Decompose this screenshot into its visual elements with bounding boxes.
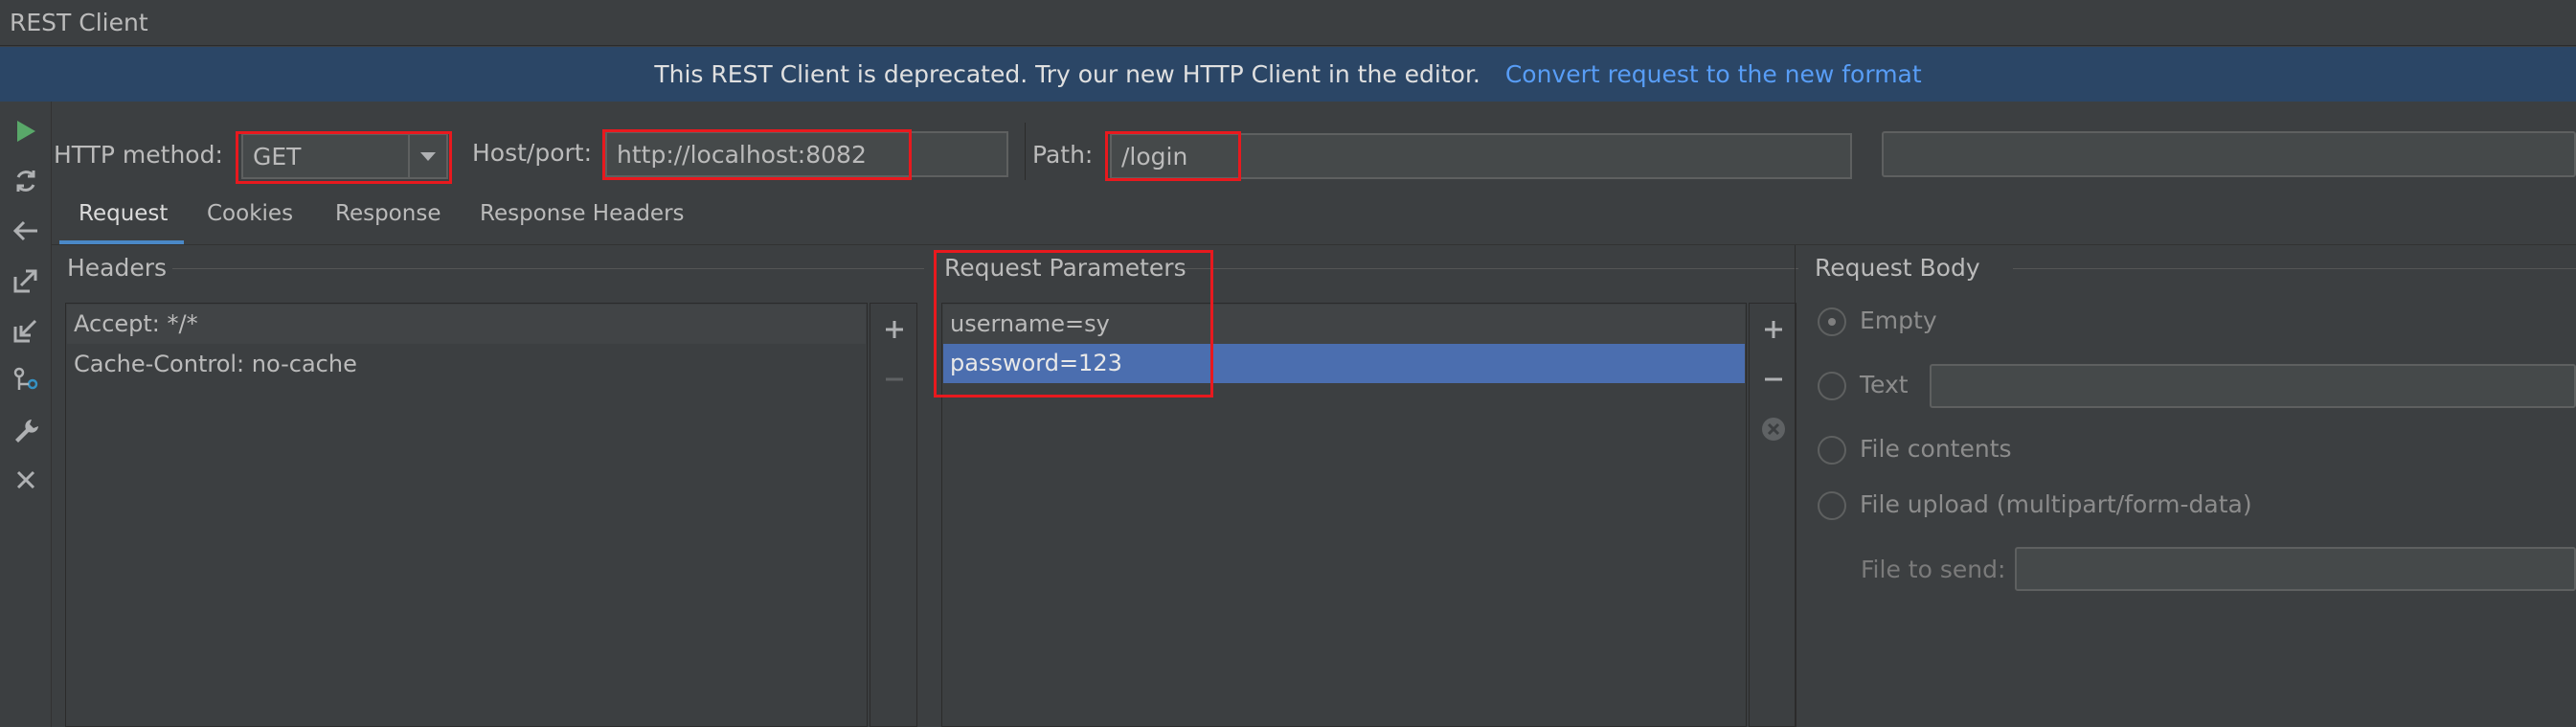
chevron-down-icon[interactable] xyxy=(408,135,446,177)
request-parameters-title: Request Parameters xyxy=(944,254,1186,282)
run-icon[interactable] xyxy=(10,115,42,148)
radio-file-upload[interactable] xyxy=(1818,491,1846,520)
request-body-title: Request Body xyxy=(1815,254,1980,282)
divider xyxy=(1795,245,1796,727)
wrench-icon[interactable] xyxy=(10,414,42,446)
headers-title: Headers xyxy=(67,254,168,282)
remove-parameter-button[interactable] xyxy=(1757,363,1790,396)
list-item[interactable]: Accept: */* xyxy=(67,305,866,344)
tabs-divider xyxy=(52,244,2576,245)
radio-empty-label: Empty xyxy=(1860,307,1937,334)
close-icon[interactable] xyxy=(10,464,42,496)
left-toolbar xyxy=(0,102,52,727)
tab-cookies[interactable]: Cookies xyxy=(207,201,293,226)
branch-icon[interactable] xyxy=(10,364,42,397)
params-actions xyxy=(1749,303,1796,727)
host-port-label: Host/port: xyxy=(472,139,593,167)
window-title: REST Client xyxy=(10,9,148,36)
title-bar: REST Client xyxy=(0,0,2576,46)
file-to-send-input[interactable] xyxy=(2015,547,2576,591)
request-parameters-list[interactable]: username=sy password=123 xyxy=(941,303,1747,727)
export-icon[interactable] xyxy=(10,264,42,297)
tab-request[interactable]: Request xyxy=(79,201,168,226)
add-header-button[interactable] xyxy=(878,313,911,346)
remove-header-button[interactable] xyxy=(878,363,911,396)
list-item-selected[interactable]: password=123 xyxy=(943,344,1745,383)
path-input[interactable]: /login xyxy=(1110,133,1852,179)
headers-actions xyxy=(870,303,917,727)
body-rule xyxy=(2013,268,2576,269)
host-port-input[interactable]: http://localhost:8082 xyxy=(605,131,1008,177)
list-item[interactable]: Cache-Control: no-cache xyxy=(67,345,866,384)
path-value: /login xyxy=(1121,142,1188,170)
back-icon[interactable] xyxy=(10,215,42,247)
body-text-input[interactable] xyxy=(1930,364,2576,408)
http-method-value: GET xyxy=(253,142,302,170)
refresh-icon[interactable] xyxy=(10,165,42,197)
radio-text-label: Text xyxy=(1860,371,1909,398)
radio-file-contents[interactable] xyxy=(1818,436,1846,465)
convert-request-link[interactable]: Convert request to the new format xyxy=(1505,60,1922,88)
http-method-label: HTTP method: xyxy=(54,141,223,169)
add-parameter-button[interactable] xyxy=(1757,313,1790,346)
tab-response-headers[interactable]: Response Headers xyxy=(480,201,685,226)
file-to-send-label: File to send: xyxy=(1861,556,2006,583)
radio-text[interactable] xyxy=(1818,372,1846,400)
path-label: Path: xyxy=(1032,141,1094,169)
params-rule xyxy=(1178,268,1798,269)
divider xyxy=(1025,123,1026,180)
http-method-select[interactable]: GET xyxy=(241,133,448,179)
tab-response[interactable]: Response xyxy=(335,201,441,226)
banner-message: This REST Client is deprecated. Try our … xyxy=(654,60,1480,88)
headers-rule xyxy=(172,268,924,269)
host-port-value: http://localhost:8082 xyxy=(617,140,867,169)
radio-file-upload-label: File upload (multipart/form-data) xyxy=(1860,490,2252,518)
radio-empty[interactable] xyxy=(1818,307,1846,336)
import-icon[interactable] xyxy=(10,314,42,347)
radio-file-contents-label: File contents xyxy=(1860,435,2012,463)
deprecation-banner: This REST Client is deprecated. Try our … xyxy=(0,47,2576,102)
extra-input[interactable] xyxy=(1882,131,2576,177)
list-item[interactable]: username=sy xyxy=(943,305,1745,344)
headers-list[interactable]: Accept: */* Cache-Control: no-cache xyxy=(65,303,868,727)
clear-parameters-icon[interactable] xyxy=(1757,413,1790,445)
